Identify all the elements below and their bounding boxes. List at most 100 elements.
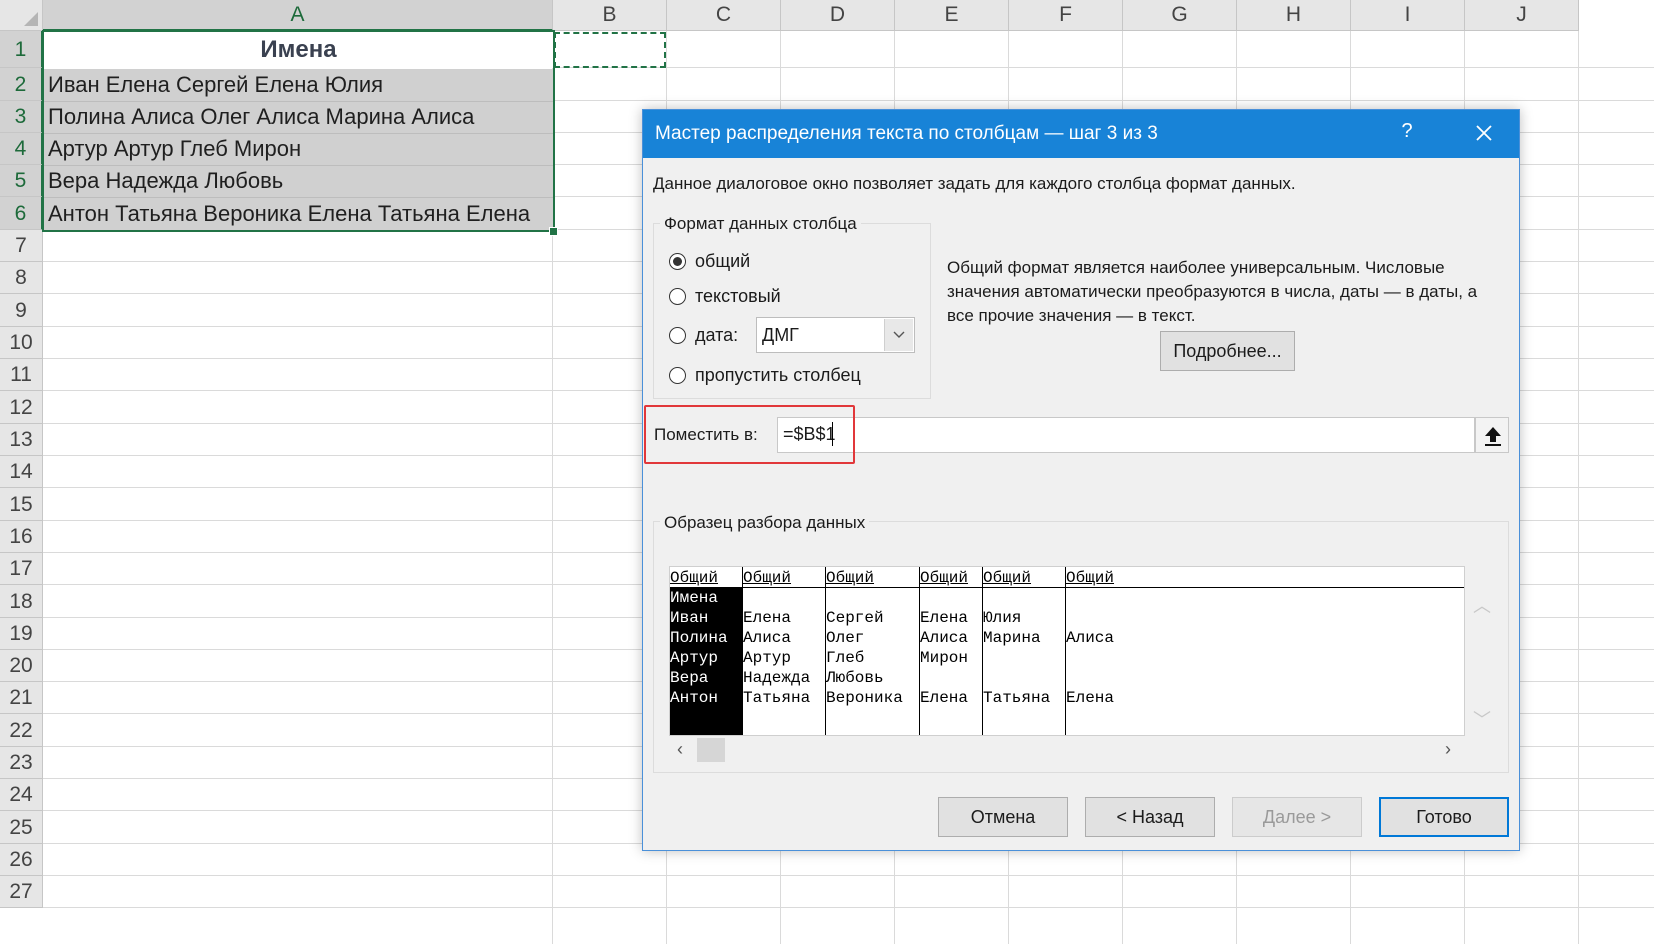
help-button[interactable]: ? bbox=[1395, 120, 1419, 143]
column-header-b[interactable]: B bbox=[553, 0, 667, 31]
row-header-9[interactable]: 9 bbox=[0, 294, 43, 327]
row-header-12[interactable]: 12 bbox=[0, 391, 43, 424]
row-header-7[interactable]: 7 bbox=[0, 230, 43, 262]
radio-text-indicator[interactable] bbox=[669, 287, 686, 305]
radio-text-label: текстовый bbox=[695, 285, 781, 306]
dialog-description: Данное диалоговое окно позволяет задать … bbox=[653, 174, 1296, 193]
preview-cell: Артур bbox=[670, 649, 719, 667]
dialog-title-bar[interactable]: Мастер распределения текста по столбцам … bbox=[643, 110, 1519, 158]
date-format-dropdown-button[interactable] bbox=[884, 319, 913, 351]
preview-cell: Елена bbox=[1066, 689, 1115, 707]
row-header-15[interactable]: 15 bbox=[0, 488, 43, 521]
radio-general-label: общий bbox=[695, 250, 751, 271]
row-header-17[interactable]: 17 bbox=[0, 553, 43, 585]
select-all-corner[interactable] bbox=[0, 0, 43, 31]
scroll-right-icon[interactable]: › bbox=[1445, 739, 1451, 760]
row-header-20[interactable]: 20 bbox=[0, 650, 43, 682]
row-header-5[interactable]: 5 bbox=[0, 165, 43, 197]
preview-cell: Артур bbox=[743, 649, 792, 667]
preview-cell: Алиса bbox=[743, 629, 792, 647]
column-header-h[interactable]: H bbox=[1237, 0, 1351, 31]
row-header-22[interactable]: 22 bbox=[0, 714, 43, 747]
preview-column-header[interactable]: Общий bbox=[826, 569, 874, 587]
next-button[interactable]: Далее > bbox=[1232, 797, 1362, 837]
preview-column-header[interactable]: Общий bbox=[670, 569, 718, 587]
upload-arrow-icon bbox=[1485, 427, 1501, 446]
row-header-1[interactable]: 1 bbox=[0, 31, 43, 68]
scroll-left-icon[interactable]: ‹ bbox=[677, 739, 683, 760]
radio-date-label: дата: bbox=[695, 324, 739, 345]
radio-date[interactable]: дата: bbox=[669, 323, 738, 347]
preview-vertical-scrollbar[interactable]: ︿ ﹀ bbox=[1465, 566, 1495, 736]
column-header-j[interactable]: J bbox=[1465, 0, 1579, 31]
scroll-down-icon[interactable]: ﹀ bbox=[1473, 706, 1491, 732]
back-button[interactable]: < Назад bbox=[1085, 797, 1215, 837]
row-header-27[interactable]: 27 bbox=[0, 876, 43, 908]
preview-cell: Полина bbox=[670, 629, 728, 647]
row-header-16[interactable]: 16 bbox=[0, 521, 43, 553]
row-header-4[interactable]: 4 bbox=[0, 133, 43, 165]
column-header-i[interactable]: I bbox=[1351, 0, 1465, 31]
row-header-19[interactable]: 19 bbox=[0, 618, 43, 650]
row-header-10[interactable]: 10 bbox=[0, 327, 43, 359]
close-icon bbox=[1476, 125, 1492, 141]
details-button[interactable]: Подробнее... bbox=[1160, 331, 1295, 371]
horizontal-scroll-thumb[interactable] bbox=[697, 738, 725, 762]
preview-cell: Мирон bbox=[920, 649, 969, 667]
preview-cell: Имена bbox=[670, 589, 719, 607]
column-header-c[interactable]: C bbox=[667, 0, 781, 31]
row-header-3[interactable]: 3 bbox=[0, 101, 43, 133]
row-header-26[interactable]: 26 bbox=[0, 844, 43, 876]
row-header-23[interactable]: 23 bbox=[0, 747, 43, 779]
preview-cell: Вера bbox=[670, 669, 709, 687]
radio-general[interactable]: общий bbox=[669, 249, 750, 273]
preview-column-header[interactable]: Общий bbox=[743, 569, 791, 587]
row-header-14[interactable]: 14 bbox=[0, 456, 43, 488]
close-button[interactable] bbox=[1469, 118, 1499, 148]
preview-header-row: Общий Общий Общий Общий Общий Общий bbox=[670, 567, 1464, 588]
row-header-18[interactable]: 18 bbox=[0, 585, 43, 618]
collapse-dialog-button[interactable] bbox=[1475, 417, 1509, 453]
column-header-f[interactable]: F bbox=[1009, 0, 1123, 31]
preview-cell: Елена bbox=[920, 609, 969, 627]
finish-button[interactable]: Готово bbox=[1379, 797, 1509, 837]
preview-column-header[interactable]: Общий bbox=[920, 569, 968, 587]
chevron-down-icon bbox=[893, 331, 905, 338]
radio-date-indicator[interactable] bbox=[669, 326, 686, 344]
radio-skip-indicator[interactable] bbox=[669, 366, 686, 384]
column-format-legend: Формат данных столбца bbox=[660, 214, 861, 234]
column-header-e[interactable]: E bbox=[895, 0, 1009, 31]
row-header-8[interactable]: 8 bbox=[0, 262, 43, 294]
preview-column-header[interactable]: Общий bbox=[1066, 569, 1114, 587]
preview-cell: Елена bbox=[920, 689, 969, 707]
row-header-13[interactable]: 13 bbox=[0, 424, 43, 456]
radio-skip-column[interactable]: пропустить столбец bbox=[669, 363, 861, 387]
row-header-2[interactable]: 2 bbox=[0, 68, 43, 101]
row-header-11[interactable]: 11 bbox=[0, 359, 43, 391]
scroll-up-icon[interactable]: ︿ bbox=[1473, 592, 1491, 618]
radio-text[interactable]: текстовый bbox=[669, 284, 781, 308]
preview-column-divider bbox=[982, 567, 983, 735]
format-info-text: Общий формат является наиболее универсал… bbox=[947, 258, 1478, 325]
column-header-d[interactable]: D bbox=[781, 0, 895, 31]
row-header-25[interactable]: 25 bbox=[0, 811, 43, 844]
cancel-button[interactable]: Отмена bbox=[938, 797, 1068, 837]
column-header-a[interactable]: A bbox=[43, 0, 553, 31]
row-header-24[interactable]: 24 bbox=[0, 779, 43, 811]
date-format-select[interactable]: ДМГ bbox=[756, 317, 915, 353]
text-to-columns-dialog: Мастер распределения текста по столбцам … bbox=[642, 109, 1520, 851]
radio-general-indicator[interactable] bbox=[669, 252, 686, 270]
column-header-g[interactable]: G bbox=[1123, 0, 1237, 31]
row-header-21[interactable]: 21 bbox=[0, 682, 43, 714]
preview-column-header[interactable]: Общий bbox=[983, 569, 1031, 587]
preview-cell: Марина bbox=[983, 629, 1041, 647]
preview-horizontal-scrollbar[interactable]: ‹ › bbox=[669, 736, 1465, 764]
preview-cell: Любовь bbox=[826, 669, 884, 687]
row-header-6[interactable]: 6 bbox=[0, 197, 43, 230]
dialog-title: Мастер распределения текста по столбцам … bbox=[655, 123, 1158, 144]
fill-handle[interactable] bbox=[549, 227, 558, 236]
preview-cell: Алиса bbox=[920, 629, 969, 647]
destination-input[interactable]: =$B$1 bbox=[777, 417, 1475, 453]
data-preview-table[interactable]: Общий Общий Общий Общий Общий Общий Имена Иван… bbox=[669, 566, 1465, 736]
preview-cell: Алиса bbox=[1066, 629, 1115, 647]
